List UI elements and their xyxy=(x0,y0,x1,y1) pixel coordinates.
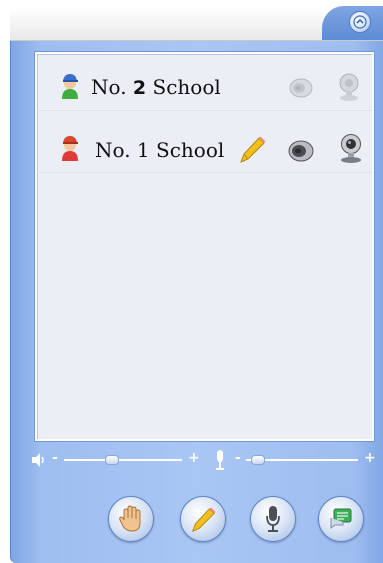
raise-hand-button[interactable] xyxy=(108,496,154,542)
speaker-volume-icon xyxy=(32,453,44,467)
microphone-level-icon xyxy=(216,450,224,470)
participant-name: No. 2 School xyxy=(91,75,221,99)
audio-controls: - + - + xyxy=(30,448,380,472)
pencil-button[interactable] xyxy=(180,496,226,542)
chat-button[interactable] xyxy=(318,496,364,542)
speaker-icon[interactable] xyxy=(287,138,315,164)
chat-icon xyxy=(330,508,352,529)
raise-hand-icon xyxy=(119,505,141,532)
webcam-icon[interactable] xyxy=(338,132,364,164)
list-item[interactable]: No. 2 School xyxy=(37,66,372,111)
pencil-icon xyxy=(191,507,216,532)
list-item[interactable]: No. 1 School xyxy=(37,124,372,173)
chevron-up-circle-icon xyxy=(353,15,367,29)
speaker-volume-minus[interactable]: - xyxy=(52,450,58,466)
speaker-volume-knob[interactable] xyxy=(105,455,120,465)
microphone-button[interactable] xyxy=(250,496,296,542)
participant-list: No. 2 School No. 1 School xyxy=(35,52,374,441)
mic-level-minus[interactable]: - xyxy=(235,450,241,466)
collapse-button[interactable] xyxy=(349,11,371,33)
boy-blue-cap-avatar-icon xyxy=(62,74,78,99)
webcam-icon[interactable] xyxy=(337,72,361,102)
speaker-volume-plus[interactable]: + xyxy=(188,450,200,466)
mic-level-knob[interactable] xyxy=(251,455,266,465)
boy-red-cap-avatar-icon xyxy=(62,136,78,161)
participant-name: No. 1 School xyxy=(95,138,225,162)
pencil-icon[interactable] xyxy=(237,134,267,164)
microphone-icon xyxy=(266,506,280,532)
speaker-volume-slider[interactable] xyxy=(64,459,182,461)
speaker-icon[interactable] xyxy=(288,76,314,100)
mic-level-plus[interactable]: + xyxy=(364,450,376,466)
